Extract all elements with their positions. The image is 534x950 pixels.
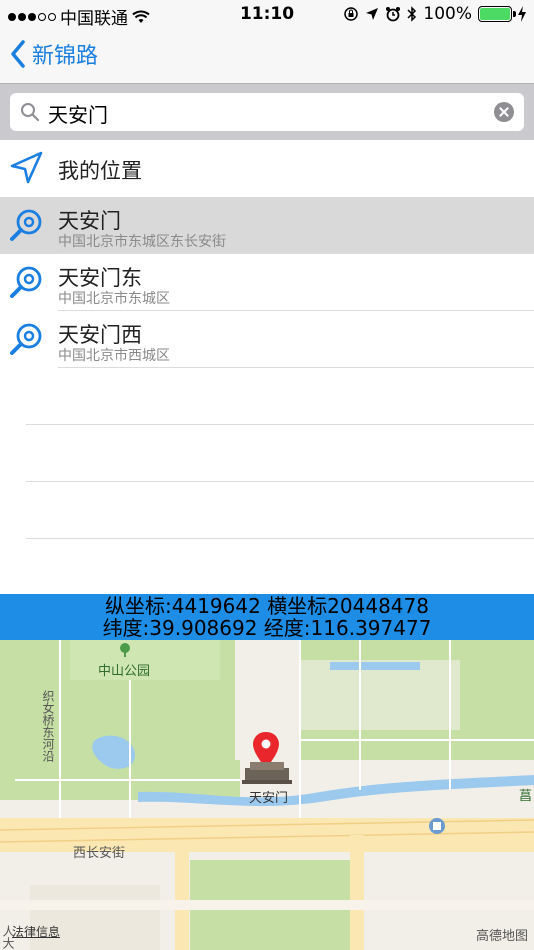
result-subtitle: 中国北京市东城区东长安街	[58, 234, 226, 250]
empty-row-divider	[26, 481, 534, 482]
battery-percent: 100%	[423, 4, 472, 24]
list-item[interactable]: 天安门东 中国北京市东城区	[0, 254, 534, 311]
back-button[interactable]: 新锦路	[10, 38, 98, 70]
search-input[interactable]: 天安门	[10, 93, 524, 131]
chevron-left-icon	[11, 40, 25, 68]
charging-icon	[518, 6, 526, 22]
coords-line-1: 纵坐标:4419642 横坐标20448478	[105, 594, 429, 618]
search-bar: 天安门	[0, 84, 534, 140]
empty-row-divider	[26, 538, 534, 539]
screen: 中国联通 11:10 100% 新锦路 天安门 我的位置 天安门 中国北京市东城…	[0, 0, 534, 950]
divider	[58, 367, 534, 368]
coords-line-2: 纬度:39.908692 经度:116.397477	[102, 616, 432, 640]
search-text: 天安门	[48, 103, 108, 127]
coordinate-banner: 纵坐标:4419642 横坐标20448478 纬度:39.908692 经度:…	[0, 594, 534, 640]
search-icon	[21, 103, 40, 122]
search-key-icon	[10, 209, 42, 241]
map-label-edge-right: 菖	[519, 789, 533, 804]
search-key-icon	[10, 323, 42, 355]
list-item[interactable]: 天安门西 中国北京市西城区	[0, 311, 534, 368]
list-item[interactable]: 天安门 中国北京市东城区东长安街	[0, 197, 534, 254]
legal-info-link[interactable]: 法律信息	[12, 923, 60, 940]
map-view[interactable]: 中山公园 织女桥东河沿 天安门 西长安街 菖 人大 法律信息 高德地图	[0, 640, 534, 950]
battery-icon	[478, 6, 516, 22]
alarm-icon	[386, 7, 401, 22]
map-label-road: 织女桥东河沿	[41, 690, 55, 762]
search-key-icon	[10, 266, 42, 298]
empty-row-divider	[26, 424, 534, 425]
clear-icon[interactable]	[494, 102, 514, 122]
result-subtitle: 中国北京市西城区	[58, 348, 170, 364]
status-bar: 中国联通 11:10 100%	[0, 0, 534, 30]
result-subtitle: 中国北京市东城区	[58, 291, 170, 307]
map-brand-logo: 高德地图	[475, 929, 528, 944]
location-arrow-icon	[10, 151, 43, 184]
my-location-row[interactable]: 我的位置	[0, 140, 534, 197]
navigation-bar: 新锦路	[0, 30, 534, 84]
my-location-label: 我的位置	[58, 159, 142, 183]
results-list: 我的位置 天安门 中国北京市东城区东长安街 天安门东 中国北京市东城区 天安门西…	[0, 140, 534, 594]
bluetooth-icon	[407, 6, 417, 22]
park-icon	[120, 643, 130, 657]
map-label-park: 中山公园	[98, 664, 151, 679]
location-arrow-icon	[366, 8, 379, 20]
map-label-street: 西长安街	[73, 846, 126, 861]
status-right: 100%	[343, 4, 526, 24]
back-label: 新锦路	[32, 44, 99, 69]
rotation-lock-icon	[344, 7, 359, 21]
map-label-landmark: 天安门	[249, 791, 289, 806]
